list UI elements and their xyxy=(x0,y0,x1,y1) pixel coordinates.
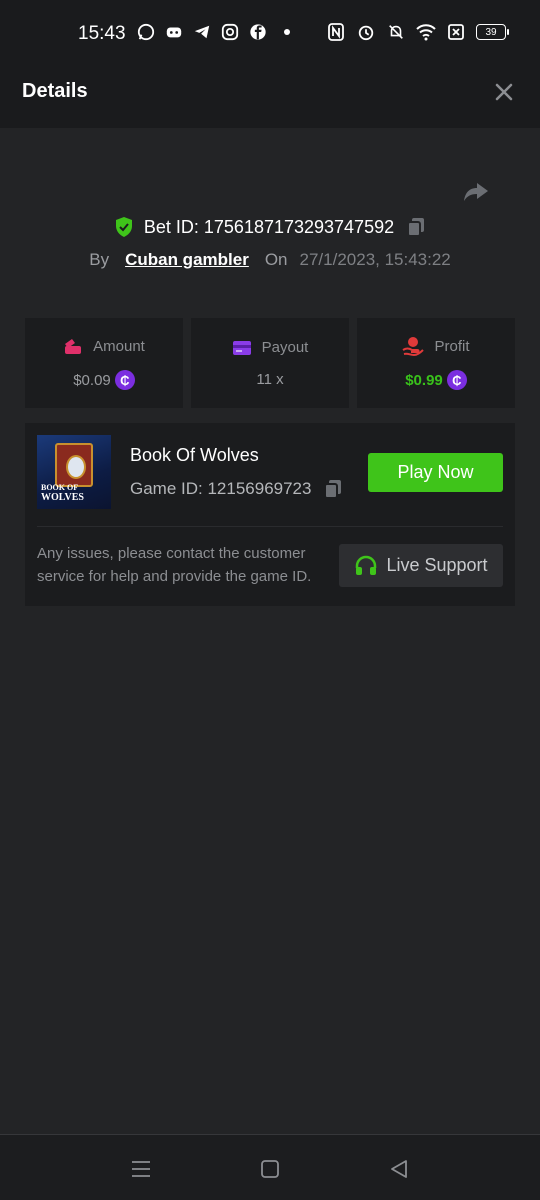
mute-icon xyxy=(386,22,406,42)
back-triangle-icon xyxy=(391,1160,407,1178)
telegram-icon xyxy=(192,22,212,42)
wifi-icon xyxy=(416,22,436,42)
dot-icon xyxy=(284,29,290,35)
amount-card: Amount $0.09 ₵ xyxy=(25,318,183,408)
live-support-label: Live Support xyxy=(386,555,488,575)
bet-id: Bet ID: 1756187173293747592 xyxy=(143,216,395,237)
game-card: BOOK OF WOLVES Book Of Wolves Game ID: 12… xyxy=(25,423,515,606)
page-title: Details xyxy=(22,80,88,102)
payout-value: 11 x xyxy=(256,370,284,388)
copy-icon xyxy=(407,218,425,237)
support-info-text: Any issues, please contact the customer … xyxy=(37,545,312,585)
bet-id-row: Bet ID: 1756187173293747592 xyxy=(0,216,540,238)
play-now-button[interactable]: Play Now xyxy=(368,453,503,492)
coin-icon: ₵ xyxy=(446,370,467,390)
menu-icon xyxy=(132,1161,150,1177)
status-time: 15:43 xyxy=(78,23,126,44)
profit-value: $0.99 xyxy=(405,371,443,389)
game-id-row: Game ID: 12156969723 xyxy=(130,478,343,500)
game-id: Game ID: 12156969723 xyxy=(130,479,312,498)
discord-icon xyxy=(164,22,184,42)
coin-icon: ₵ xyxy=(114,370,135,390)
card-icon xyxy=(232,340,251,355)
status-bar: 15:43 39 xyxy=(0,0,540,56)
divider xyxy=(37,526,503,527)
amount-label: Amount xyxy=(93,337,145,355)
copy-icon xyxy=(324,480,342,499)
system-icons: 39 xyxy=(326,22,509,42)
game-thumbnail[interactable]: BOOK OF WOLVES xyxy=(37,435,111,509)
recent-apps-button[interactable] xyxy=(129,1157,153,1181)
on-label: On xyxy=(264,250,288,269)
by-label: By xyxy=(89,250,110,269)
nfc-icon xyxy=(326,22,346,42)
share-icon xyxy=(464,183,488,201)
home-square-icon xyxy=(261,1160,279,1178)
live-support-button[interactable]: Live Support xyxy=(339,544,503,587)
battery-icon: 39 xyxy=(476,24,509,40)
game-name: Book Of Wolves xyxy=(130,445,259,465)
home-button[interactable] xyxy=(258,1157,282,1181)
bet-author-row: By Cuban gambler On 27/1/2023, 15:43:22 xyxy=(0,250,540,270)
whatsapp-icon xyxy=(136,22,156,42)
amount-value: $0.09 xyxy=(73,371,111,389)
instagram-icon xyxy=(220,22,240,42)
share-button[interactable] xyxy=(462,178,490,206)
verified-shield-icon xyxy=(115,217,132,237)
copy-bet-id-button[interactable] xyxy=(406,216,426,238)
payout-label: Payout xyxy=(261,339,309,356)
amount-icon xyxy=(65,339,82,354)
profit-icon xyxy=(402,337,425,356)
user-link[interactable]: Cuban gambler xyxy=(125,250,249,270)
details-header: Details xyxy=(0,56,540,128)
system-navigation-bar xyxy=(0,1134,540,1200)
copy-game-id-button[interactable] xyxy=(323,478,343,500)
close-icon xyxy=(495,83,513,101)
alarm-icon xyxy=(356,22,376,42)
payout-card: Payout 11 x xyxy=(191,318,349,408)
book-image xyxy=(55,443,93,487)
notification-icons xyxy=(136,22,290,42)
bet-stats: Amount $0.09 ₵ Payout 11 x Profit $0.99 … xyxy=(25,318,515,408)
sim-icon xyxy=(446,22,466,42)
back-button[interactable] xyxy=(387,1157,411,1181)
thumbnail-title: BOOK OF WOLVES xyxy=(41,483,84,503)
close-button[interactable] xyxy=(492,80,516,104)
bet-date: 27/1/2023, 15:43:22 xyxy=(299,250,451,269)
profit-label: Profit xyxy=(434,337,470,355)
profit-card: Profit $0.99 ₵ xyxy=(357,318,515,408)
headset-icon xyxy=(356,555,377,575)
facebook-icon xyxy=(248,22,268,42)
